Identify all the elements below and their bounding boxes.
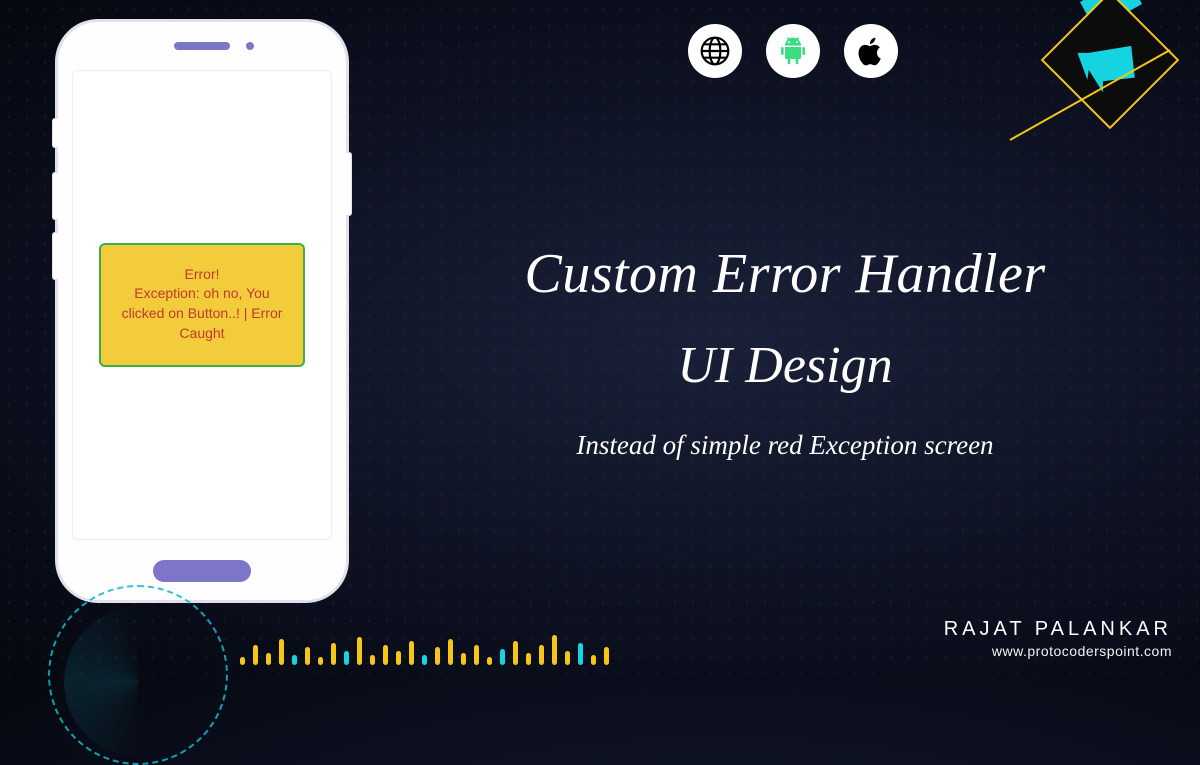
headline-line1: Custom Error Handler [400, 242, 1170, 306]
android-icon [766, 24, 820, 78]
error-text-line: clicked on Button..! | Error [115, 304, 289, 324]
phone-power-button [346, 152, 352, 216]
headline-line2: UI Design [400, 336, 1170, 395]
phone-home-button [153, 560, 251, 582]
phone-side-button [52, 232, 58, 280]
phone-speaker [174, 42, 230, 50]
apple-icon [844, 24, 898, 78]
error-title: Error! [115, 265, 289, 285]
author-block: RAJAT PALANKAR www.protocoderspoint.com [944, 618, 1172, 659]
phone-side-button [52, 118, 58, 148]
decorative-equalizer [240, 635, 609, 665]
corner-decoration [970, 0, 1200, 200]
phone-screen: Error! Exception: oh no, You clicked on … [72, 70, 332, 540]
phone-camera [246, 42, 254, 50]
subtitle: Instead of simple red Exception screen [400, 430, 1170, 461]
platform-icon-row [688, 24, 898, 78]
error-text-line: Caught [115, 324, 289, 344]
web-icon [688, 24, 742, 78]
author-url: www.protocoderspoint.com [944, 643, 1172, 659]
error-text-line: Exception: oh no, You [115, 284, 289, 304]
phone-mockup: Error! Exception: oh no, You clicked on … [58, 22, 346, 600]
author-name: RAJAT PALANKAR [944, 618, 1172, 641]
phone-side-button [52, 172, 58, 220]
decorative-arc-fill [64, 607, 214, 757]
error-card: Error! Exception: oh no, You clicked on … [99, 243, 305, 367]
